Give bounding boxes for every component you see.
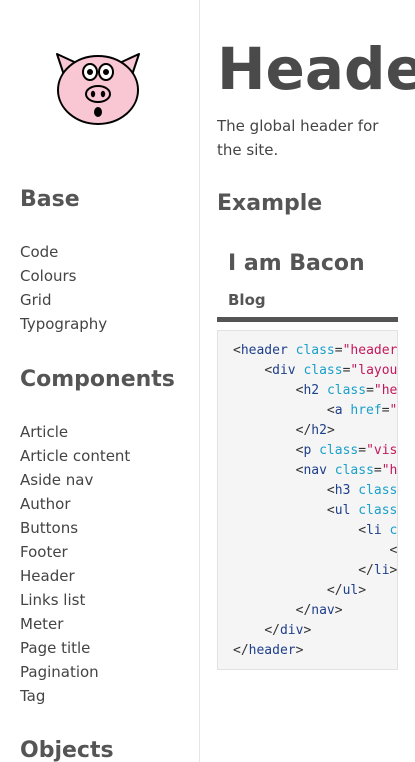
nav-item-author[interactable]: Author	[20, 492, 130, 516]
example-nav-link-blog[interactable]: Blog	[228, 289, 266, 311]
nav-heading-base: Base	[20, 187, 80, 212]
code-line: <a href="	[326, 403, 398, 418]
code-line: <p class="vis	[295, 443, 398, 458]
code-line: <h3 class	[326, 483, 398, 498]
sidebar: Base Code Colours Grid Typography Compon…	[0, 0, 200, 762]
code-line: </div>	[264, 623, 312, 638]
example-header-preview: I am Bacon Blog	[217, 242, 398, 322]
nav-item-code[interactable]: Code	[20, 240, 107, 264]
code-line: <li c	[358, 523, 398, 538]
example-site-title[interactable]: I am Bacon	[228, 250, 365, 278]
main-content: Header The global header for the site. E…	[217, 0, 415, 762]
code-line: </nav>	[295, 603, 343, 618]
nav-item-grid[interactable]: Grid	[20, 288, 107, 312]
nav-item-header[interactable]: Header	[20, 564, 130, 588]
code-line: <header class="header	[233, 343, 398, 358]
code-example-block[interactable]: <header class="header <div class="layou …	[217, 330, 398, 670]
page-description: The global header for the site.	[217, 117, 379, 159]
nav-item-meter[interactable]: Meter	[20, 612, 130, 636]
code-line: </li>	[358, 563, 398, 578]
nav-item-links-list[interactable]: Links list	[20, 588, 130, 612]
example-heading: Example	[217, 191, 323, 216]
code-line: <ul class	[326, 503, 398, 518]
nav-item-article-content[interactable]: Article content	[20, 444, 130, 468]
nav-item-tag[interactable]: Tag	[20, 684, 130, 708]
code-example: <header class="header <div class="layou …	[233, 341, 397, 661]
nav-item-footer[interactable]: Footer	[20, 540, 130, 564]
example-header-rule	[217, 317, 398, 322]
nav-heading-objects: Objects	[20, 738, 114, 762]
code-line: </h2>	[295, 423, 335, 438]
pig-face-icon	[56, 53, 140, 125]
code-line: <	[233, 543, 398, 558]
code-line: </header>	[233, 643, 304, 658]
nav-list-base: Code Colours Grid Typography	[20, 240, 107, 336]
nav-item-article[interactable]: Article	[20, 420, 130, 444]
page-title: Header	[217, 35, 415, 103]
pig-logo-icon[interactable]	[53, 48, 143, 128]
nav-item-aside-nav[interactable]: Aside nav	[20, 468, 130, 492]
nav-item-page-title[interactable]: Page title	[20, 636, 130, 660]
code-line: <div class="layou	[264, 363, 398, 378]
nav-item-pagination[interactable]: Pagination	[20, 660, 130, 684]
nav-heading-components: Components	[20, 367, 175, 392]
code-line: <nav class="h	[295, 463, 398, 478]
code-line: <h2 class="he	[295, 383, 398, 398]
nav-item-typography[interactable]: Typography	[20, 312, 107, 336]
nav-item-colours[interactable]: Colours	[20, 264, 107, 288]
nav-list-components: Article Article content Aside nav Author…	[20, 420, 130, 708]
code-line: </ul>	[326, 583, 367, 598]
nav-item-buttons[interactable]: Buttons	[20, 516, 130, 540]
